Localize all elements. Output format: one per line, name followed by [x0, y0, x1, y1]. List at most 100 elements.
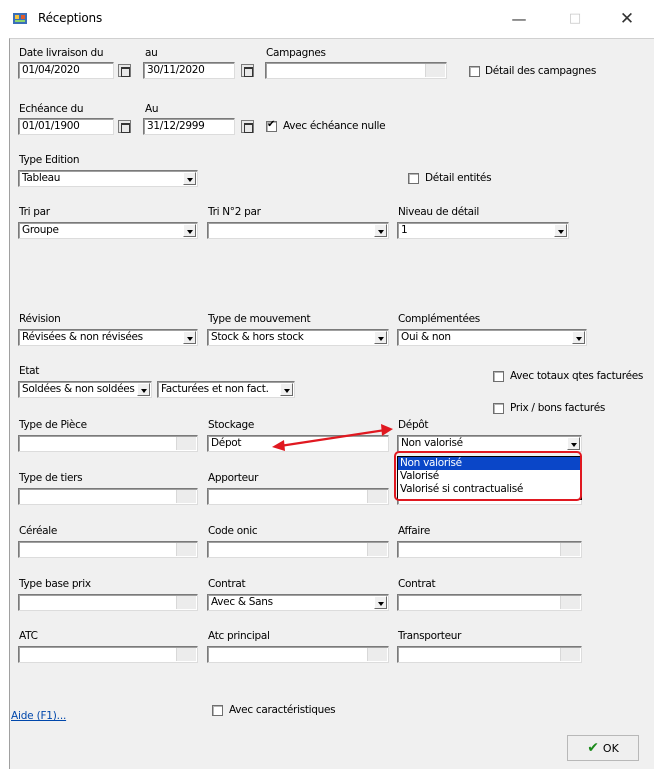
- detail-entites-checkbox[interactable]: [408, 173, 419, 184]
- echeance-au-input[interactable]: 31/12/2999: [143, 118, 235, 135]
- lookup-button[interactable]: [560, 596, 580, 609]
- campagnes-label: Campagnes: [266, 47, 326, 59]
- calendar-icon[interactable]: [118, 64, 131, 77]
- type-mouvement-select[interactable]: Stock & hors stock: [207, 329, 389, 346]
- calendar-icon[interactable]: [118, 120, 131, 133]
- complementees-select[interactable]: Oui & non: [397, 329, 587, 346]
- date-livraison-du-input[interactable]: 01/04/2020: [18, 62, 114, 79]
- type-tiers-input[interactable]: [18, 488, 198, 505]
- etat-facture-select[interactable]: Facturées et non fact.: [157, 381, 295, 398]
- chevron-down-icon[interactable]: [183, 172, 196, 185]
- type-tiers-label: Type de tiers: [19, 472, 83, 484]
- campagnes-input[interactable]: [265, 62, 447, 79]
- affaire-label: Affaire: [398, 525, 430, 537]
- ok-button[interactable]: ✔ OK: [567, 735, 639, 761]
- title-bar: Réceptions — □ ✕: [0, 0, 654, 38]
- echeance-du-input[interactable]: 01/01/1900: [18, 118, 114, 135]
- date-livraison-au-label: au: [145, 47, 158, 59]
- lookup-button[interactable]: [176, 543, 196, 556]
- type-base-prix-input[interactable]: [18, 594, 198, 611]
- type-piece-label: Type de Pièce: [19, 419, 87, 431]
- cereale-input[interactable]: [18, 541, 198, 558]
- revision-value: Révisées & non révisées: [22, 331, 143, 343]
- revision-select[interactable]: Révisées & non révisées: [18, 329, 198, 346]
- chevron-down-icon[interactable]: [374, 331, 387, 344]
- niveau-detail-select[interactable]: 1: [397, 222, 569, 239]
- green-checkmark-icon: ✔: [587, 740, 599, 756]
- lookup-button[interactable]: [176, 648, 196, 661]
- calendar-icon[interactable]: [241, 120, 254, 133]
- chevron-down-icon[interactable]: [183, 224, 196, 237]
- etat-facture-value: Facturées et non fact.: [161, 383, 269, 395]
- chevron-down-icon[interactable]: [374, 596, 387, 609]
- minimize-button[interactable]: —: [504, 6, 534, 32]
- chevron-down-icon[interactable]: [567, 437, 580, 450]
- type-mouvement-value: Stock & hors stock: [211, 331, 304, 343]
- tri-par-value: Groupe: [22, 224, 59, 236]
- chevron-down-icon[interactable]: [137, 383, 150, 396]
- tri-n2-par-select[interactable]: [207, 222, 389, 239]
- detail-campagnes-checkbox[interactable]: [469, 66, 480, 77]
- type-edition-value: Tableau: [22, 172, 61, 184]
- lookup-button[interactable]: [367, 648, 387, 661]
- type-mouvement-label: Type de mouvement: [208, 313, 311, 325]
- stockage-label: Stockage: [208, 419, 255, 431]
- detail-entites-label: Détail entités: [425, 172, 492, 184]
- lookup-button[interactable]: [367, 490, 387, 503]
- apporteur-label: Apporteur: [208, 472, 259, 484]
- lookup-button[interactable]: [560, 648, 580, 661]
- lookup-button[interactable]: [176, 490, 196, 503]
- avec-totaux-checkbox[interactable]: [493, 371, 504, 382]
- etat-solde-value: Soldées & non soldées: [22, 383, 135, 395]
- revision-label: Révision: [19, 313, 61, 325]
- niveau-detail-label: Niveau de détail: [398, 206, 480, 218]
- contrat-lookup-input[interactable]: [397, 594, 582, 611]
- chevron-down-icon[interactable]: [183, 331, 196, 344]
- prix-bons-checkbox[interactable]: [493, 403, 504, 414]
- transporteur-input[interactable]: [397, 646, 582, 663]
- atc-label: ATC: [19, 630, 38, 642]
- chevron-down-icon[interactable]: [374, 224, 387, 237]
- help-link[interactable]: Aide (F1)...: [11, 710, 66, 722]
- lookup-button[interactable]: [425, 64, 445, 77]
- maximize-button[interactable]: □: [560, 6, 590, 32]
- type-piece-input[interactable]: [18, 435, 198, 452]
- contrat-select-value: Avec & Sans: [211, 596, 273, 608]
- depot-select[interactable]: Non valorisé: [397, 435, 582, 452]
- contrat-select-label: Contrat: [208, 578, 246, 590]
- lookup-button[interactable]: [176, 596, 196, 609]
- receptions-app-icon: [13, 13, 27, 24]
- chevron-down-icon[interactable]: [572, 331, 585, 344]
- affaire-input[interactable]: [397, 541, 582, 558]
- avec-echeance-nulle-checkbox[interactable]: [266, 119, 277, 132]
- avec-totaux-label: Avec totaux qtes facturées: [510, 370, 644, 382]
- apporteur-input[interactable]: [207, 488, 389, 505]
- atc-principal-label: Atc principal: [208, 630, 270, 642]
- tri-par-label: Tri par: [19, 206, 50, 218]
- calendar-icon[interactable]: [241, 64, 254, 77]
- etat-label: Etat: [19, 365, 40, 377]
- avec-caracteristiques-label: Avec caractéristiques: [229, 704, 336, 716]
- etat-solde-select[interactable]: Soldées & non soldées: [18, 381, 152, 398]
- lookup-button[interactable]: [560, 543, 580, 556]
- lookup-button[interactable]: [176, 437, 196, 450]
- type-edition-select[interactable]: Tableau: [18, 170, 198, 187]
- contrat-select[interactable]: Avec & Sans: [207, 594, 389, 611]
- date-livraison-au-input[interactable]: 30/11/2020: [143, 62, 235, 79]
- lookup-button[interactable]: [367, 543, 387, 556]
- chevron-down-icon[interactable]: [554, 224, 567, 237]
- atc-input[interactable]: [18, 646, 198, 663]
- chevron-down-icon[interactable]: [280, 383, 293, 396]
- depot-label: Dépôt: [398, 419, 429, 431]
- atc-principal-input[interactable]: [207, 646, 389, 663]
- annotation-highlight-box: [394, 451, 582, 501]
- tri-par-select[interactable]: Groupe: [18, 222, 198, 239]
- window-title: Réceptions: [38, 11, 103, 25]
- complementees-value: Oui & non: [401, 331, 451, 343]
- cereale-label: Céréale: [19, 525, 58, 537]
- code-onic-input[interactable]: [207, 541, 389, 558]
- complementees-label: Complémentées: [398, 313, 480, 325]
- close-button[interactable]: ✕: [612, 6, 642, 32]
- type-base-prix-label: Type base prix: [19, 578, 91, 590]
- avec-caracteristiques-checkbox[interactable]: [212, 705, 223, 716]
